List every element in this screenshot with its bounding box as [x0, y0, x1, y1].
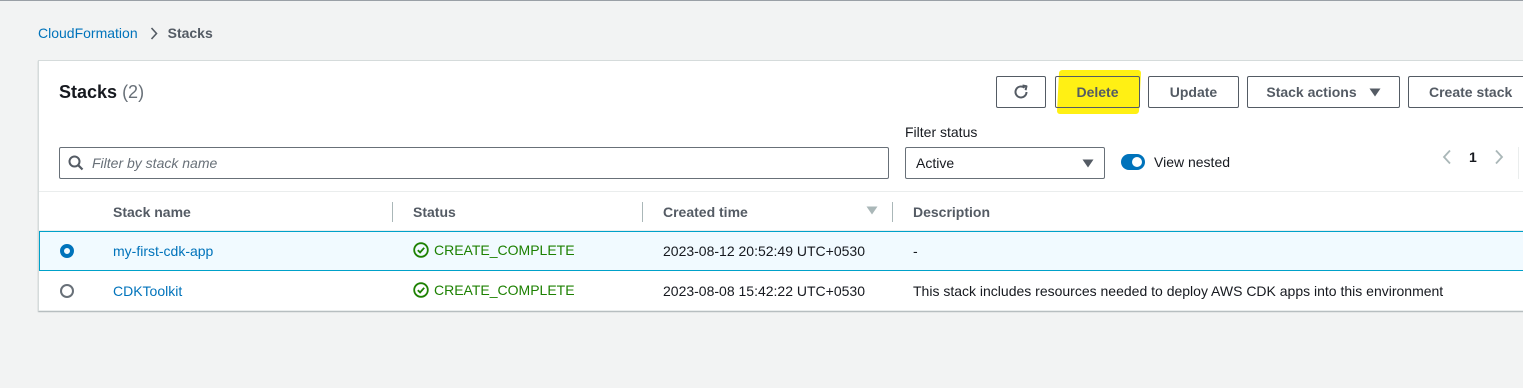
created-time: 2023-08-12 20:52:49 UTC+0530 [663, 243, 865, 259]
sort-descending-icon[interactable] [866, 206, 878, 215]
search-icon [68, 155, 84, 171]
breadcrumb-cloudformation-link[interactable]: CloudFormation [38, 25, 138, 41]
description: This stack includes resources needed to … [913, 283, 1444, 299]
column-header-description[interactable]: Description [913, 204, 990, 220]
delete-button[interactable]: Delete [1055, 76, 1140, 108]
column-divider[interactable] [892, 202, 893, 222]
update-button-label: Update [1169, 84, 1218, 100]
chevron-right-icon [150, 26, 158, 40]
caret-down-icon [1369, 88, 1381, 97]
refresh-button[interactable] [996, 76, 1046, 108]
pagination: 1 [1435, 149, 1511, 165]
check-circle-icon [413, 242, 429, 258]
panel-title-text: Stacks [59, 82, 118, 102]
refresh-icon [1012, 83, 1030, 101]
delete-button-label: Delete [1076, 84, 1119, 100]
stack-actions-button[interactable]: Stack actions [1247, 76, 1400, 108]
page-title: Stacks (2) [59, 82, 144, 103]
stacks-panel: Stacks (2) Delete Update Stack actions C… [38, 60, 1523, 311]
stack-actions-label: Stack actions [1266, 84, 1357, 100]
row-radio-selected[interactable] [60, 244, 74, 258]
status-badge: CREATE_COMPLETE [413, 242, 575, 258]
chevron-left-icon[interactable] [1435, 149, 1459, 165]
row-radio[interactable] [60, 284, 74, 298]
column-header-stack-name[interactable]: Stack name [113, 204, 191, 220]
filter-status-value: Active [916, 155, 955, 171]
stack-name-link[interactable]: my-first-cdk-app [113, 243, 213, 259]
stack-count: (2) [122, 82, 145, 102]
divider [1518, 147, 1519, 179]
filter-status-label: Filter status [905, 124, 978, 140]
view-nested-label: View nested [1154, 154, 1231, 170]
column-header-status[interactable]: Status [413, 204, 456, 220]
create-stack-button[interactable]: Create stack [1408, 76, 1523, 108]
view-nested-control: View nested [1121, 154, 1230, 170]
update-button[interactable]: Update [1148, 76, 1239, 108]
view-nested-toggle[interactable] [1121, 154, 1145, 170]
column-divider[interactable] [642, 202, 643, 222]
created-time: 2023-08-08 15:42:22 UTC+0530 [663, 283, 865, 299]
stack-name-link[interactable]: CDKToolkit [113, 283, 182, 299]
table-header: Stack name Status Created time Descripti… [39, 191, 1523, 231]
status-badge: CREATE_COMPLETE [413, 282, 575, 298]
breadcrumb-current: Stacks [167, 25, 213, 41]
create-stack-label: Create stack [1429, 84, 1513, 100]
table-row[interactable]: CDKToolkit CREATE_COMPLETE 2023-08-08 15… [39, 271, 1523, 311]
filter-status-select[interactable]: Active [905, 147, 1105, 179]
breadcrumb: CloudFormation Stacks [38, 24, 213, 42]
status-text: CREATE_COMPLETE [434, 282, 575, 298]
column-header-created-time[interactable]: Created time [663, 204, 748, 220]
search-input[interactable] [92, 155, 792, 171]
chevron-right-icon[interactable] [1487, 149, 1511, 165]
page-number[interactable]: 1 [1469, 149, 1477, 165]
search-box [59, 147, 889, 179]
caret-down-icon [1082, 159, 1094, 168]
description: - [913, 243, 918, 259]
table-row[interactable]: my-first-cdk-app CREATE_COMPLETE 2023-08… [39, 231, 1523, 271]
check-circle-icon [413, 282, 429, 298]
column-divider[interactable] [392, 202, 393, 222]
status-text: CREATE_COMPLETE [434, 242, 575, 258]
